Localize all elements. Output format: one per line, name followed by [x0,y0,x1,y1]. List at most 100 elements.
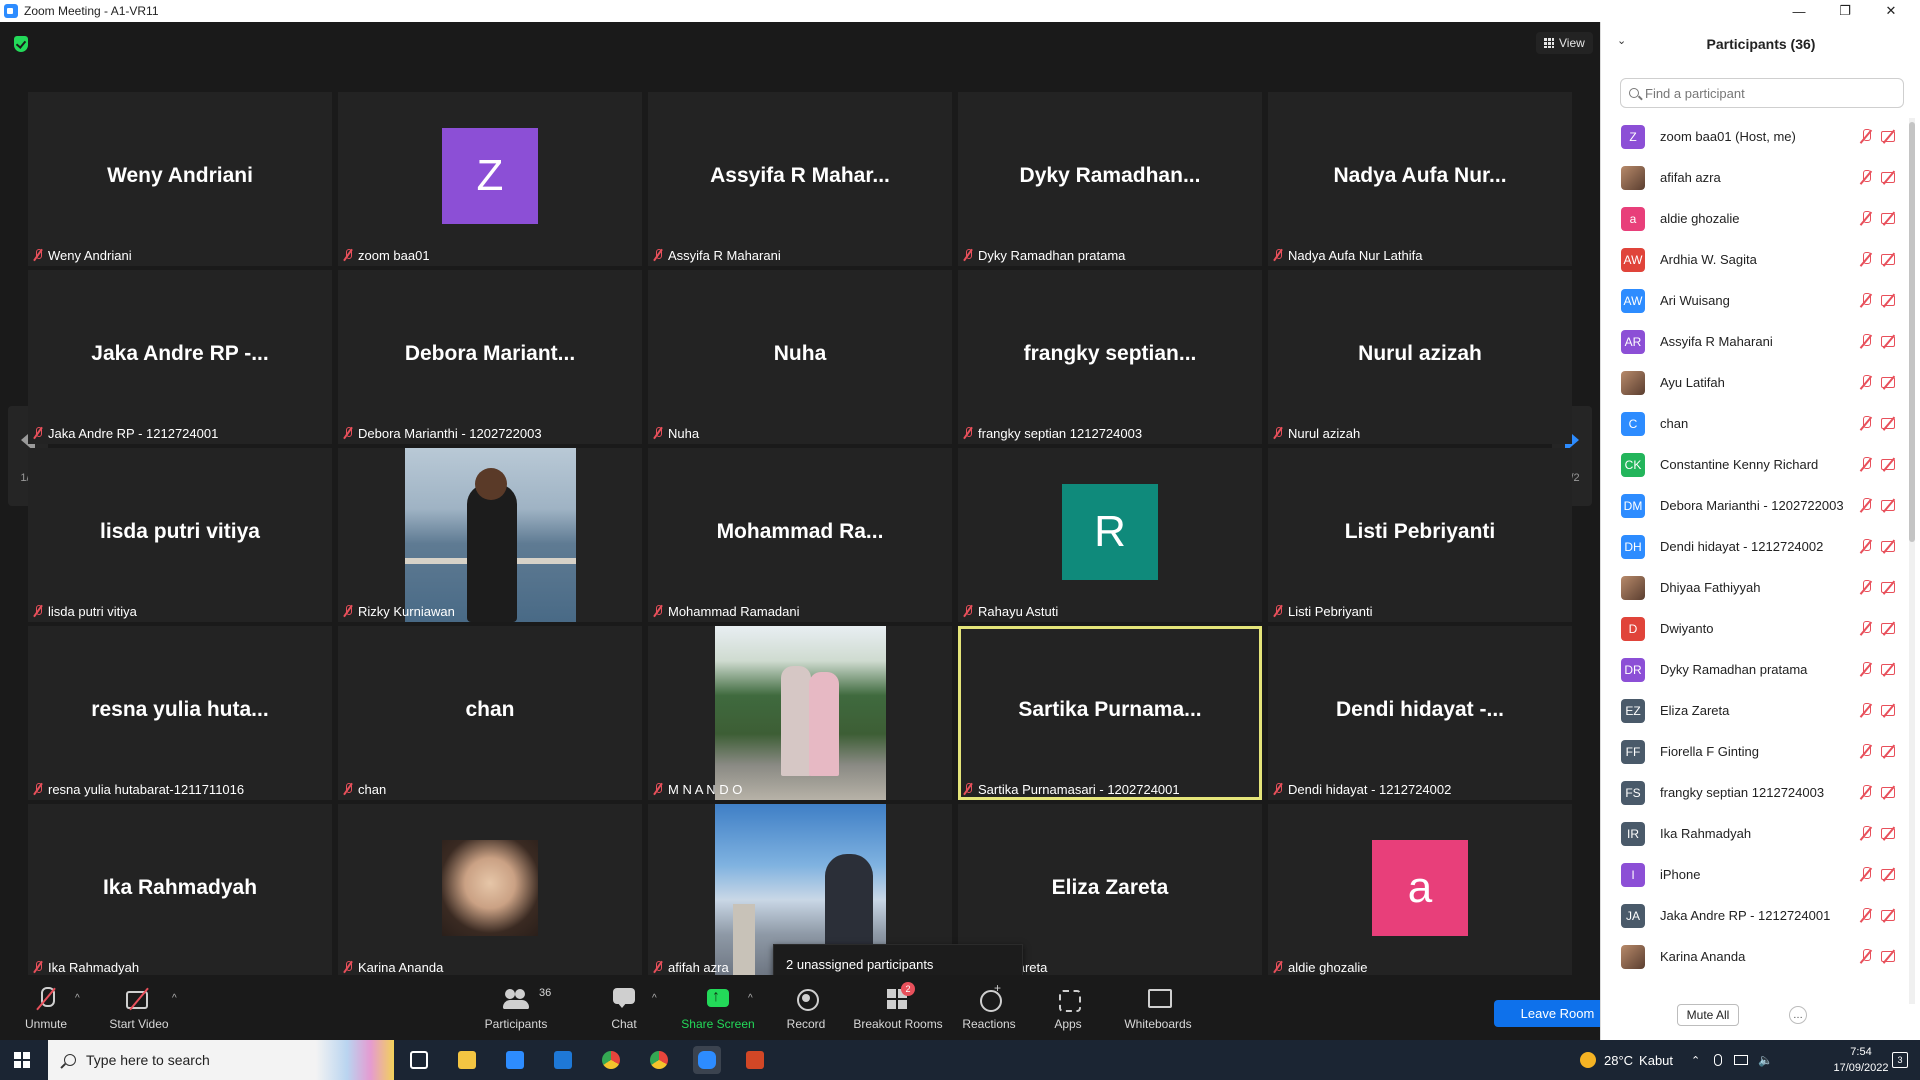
chat-options-caret-icon[interactable]: ^ [652,993,657,1004]
chrome-icon[interactable] [597,1046,625,1074]
video-tile[interactable]: Assyifa R Mahar... Assyifa R Maharani [648,92,952,266]
participant-row[interactable]: Karina Ananda [1601,936,1905,977]
video-tile[interactable]: Dyky Ramadhan... Dyky Ramadhan pratama [958,92,1262,266]
share-screen-button[interactable]: Share Screen [676,975,760,1040]
video-tile[interactable]: Listi Pebriyanti Listi Pebriyanti [1268,448,1572,622]
participant-row[interactable]: FF Fiorella F Ginting [1601,731,1905,772]
video-tile[interactable]: resna yulia huta... resna yulia hutabarat… [28,626,332,800]
participant-row[interactable]: AW Ardhia W. Sagita [1601,239,1905,280]
participant-row[interactable]: Cchan [1601,403,1905,444]
participant-row[interactable]: Zzoom baa01 (Host, me) [1601,116,1905,157]
participant-avatar: C [1621,411,1645,436]
weather-condition: Kabut [1639,1052,1674,1068]
video-tile[interactable]: Nadya Aufa Nur... Nadya Aufa Nur Lathifa [1268,92,1572,266]
close-button[interactable]: ✕ [1868,0,1914,22]
video-tile[interactable]: a aldie ghozalie [1268,804,1572,978]
network-icon[interactable] [1734,1055,1749,1065]
file-explorer-icon[interactable] [453,1046,481,1074]
video-tile[interactable]: frangky septian... frangky septian 121272… [958,270,1262,444]
zoom-taskbar-icon[interactable] [693,1046,721,1074]
participant-row[interactable]: Dhiyaa Fathiyyah [1601,567,1905,608]
video-tile[interactable]: lisda putri vitiya lisda putri vitiya [28,448,332,622]
mic-muted-icon [1859,293,1873,307]
participant-avatar: JA [1621,903,1645,928]
audio-options-caret-icon[interactable]: ^ [75,993,80,1004]
video-tile[interactable]: Nuha Nuha [648,270,952,444]
restore-button[interactable]: ❐ [1822,0,1868,22]
participant-row[interactable]: AR Assyifa R Maharani [1601,321,1905,362]
video-tile[interactable]: Mohammad Ra... Mohammad Ramadani [648,448,952,622]
participant-row[interactable]: D Dwiyanto [1601,608,1905,649]
whiteboards-button[interactable]: Whiteboards [1114,975,1202,1040]
video-tile[interactable]: Weny Andriani Weny Andriani [28,92,332,266]
video-tile[interactable]: Dendi hidayat -... Dendi hidayat - 121272… [1268,626,1572,800]
notification-center-icon[interactable]: 3 [1892,1052,1908,1068]
participant-video-photo [442,840,538,936]
minimize-button[interactable]: — [1776,0,1822,22]
windows-start-icon[interactable] [14,1052,30,1068]
participant-row[interactable]: IiPhone [1601,854,1905,895]
participant-name-label: zoom baa01 [342,246,436,264]
participant-row[interactable]: DH Dendi hidayat - 1212724002 [1601,526,1905,567]
video-tile[interactable]: Debora Mariant... Debora Marianthi - 1202… [338,270,642,444]
scrollbar-thumb[interactable] [1909,122,1915,542]
unmute-button[interactable]: Unmute [18,975,74,1040]
start-video-button[interactable]: Start Video [104,975,174,1040]
participant-row[interactable]: AW Ari Wuisang [1601,280,1905,321]
mic-muted-icon [1859,375,1873,389]
video-tile[interactable]: chan chan [338,626,642,800]
participant-row[interactable]: DM Debora Marianthi - 1202722003 [1601,485,1905,526]
video-tile[interactable]: R Rahayu Astuti [958,448,1262,622]
camera-off-icon [1881,703,1897,717]
record-label: Record [786,1017,826,1031]
apps-label: Apps [1054,1017,1082,1031]
view-button[interactable]: View [1536,32,1593,54]
participant-row[interactable]: DR Dyky Ramadhan pratama [1601,649,1905,690]
video-tile[interactable]: Karina Ananda [338,804,642,978]
mic-muted-icon [32,427,44,439]
task-view-icon[interactable] [405,1046,433,1074]
participant-name: zoom baa01 [358,247,430,263]
powerpoint-icon[interactable] [741,1046,769,1074]
breakout-rooms-button[interactable]: 2 Breakout Rooms [850,975,946,1040]
video-tile[interactable]: Zzoom baa01 [338,92,642,266]
chrome-profile-icon[interactable] [645,1046,673,1074]
volume-icon[interactable]: 🔈 [1758,1053,1773,1067]
video-tile[interactable]: M N A N D O [648,626,952,800]
microphone-icon[interactable] [1714,1054,1723,1066]
record-button[interactable]: Record [774,975,838,1040]
video-tile[interactable]: Nurul azizah Nurul azizah [1268,270,1572,444]
tray-overflow-chevron-icon[interactable]: ⌃ [1691,1054,1700,1067]
more-options-button[interactable]: … [1789,1006,1807,1024]
participants-button[interactable]: 36 Participants [476,975,556,1040]
chat-button[interactable]: Chat [596,975,652,1040]
mail-icon[interactable] [549,1046,577,1074]
participant-row[interactable]: FS frangky septian 1212724003 [1601,772,1905,813]
participant-row[interactable]: CK Constantine Kenny Richard [1601,444,1905,485]
avatar: a [1372,840,1468,936]
video-tile[interactable]: Sartika Purnama... Sartika Purnamasari - … [958,626,1262,800]
video-options-caret-icon[interactable]: ^ [172,993,177,1004]
apps-button[interactable]: Apps [1040,975,1096,1040]
reactions-button[interactable]: Reactions [956,975,1022,1040]
participant-list: Zzoom baa01 (Host, me) afifah azra a aldie … [1601,116,1905,1004]
participant-row[interactable]: IR Ika Rahmadyah [1601,813,1905,854]
participant-row[interactable]: Ayu Latifah [1601,362,1905,403]
participant-row[interactable]: a aldie ghozalie [1601,198,1905,239]
participant-display-name: Nurul azizah [1358,342,1482,365]
video-tile[interactable]: Rizky Kurniawan [338,448,642,622]
mic-muted-icon [652,961,664,973]
participant-row[interactable]: afifah azra [1601,157,1905,198]
mute-all-button[interactable]: Mute All [1677,1004,1739,1026]
microsoft-store-icon[interactable] [501,1046,529,1074]
participant-row[interactable]: EZ Eliza Zareta [1601,690,1905,731]
share-options-caret-icon[interactable]: ^ [748,993,753,1004]
video-tile[interactable]: Ika Rahmadyah Ika Rahmadyah [28,804,332,978]
participant-row[interactable]: JA Jaka Andre RP - 1212724001 [1601,895,1905,936]
security-shield-icon[interactable] [14,36,28,52]
video-tile[interactable]: Jaka Andre RP -... Jaka Andre RP - 121272… [28,270,332,444]
participant-display-name: chan [465,698,515,721]
participant-display-name: Mohammad Ra... [716,520,884,543]
find-participant-input[interactable] [1620,78,1904,108]
taskbar-search-box[interactable]: Type here to search [48,1040,394,1080]
